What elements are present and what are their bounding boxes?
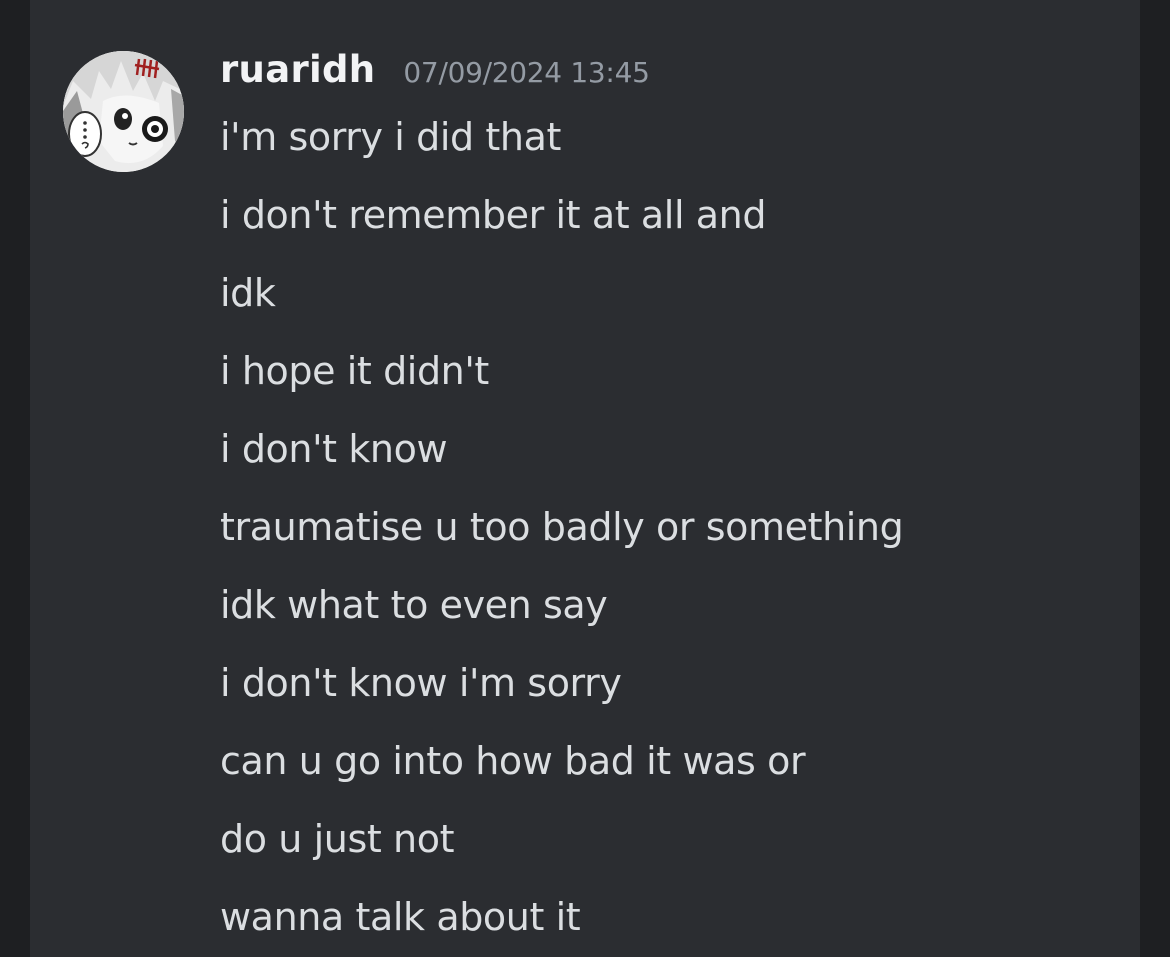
message-content: i'm sorry i did that i don't remember it… (220, 109, 1120, 957)
message-line: i don't know i'm sorry (220, 661, 622, 705)
app-background: ruaridh 07/09/2024 13:45 i'm sorry i did… (0, 0, 1170, 957)
timestamp: 07/09/2024 13:45 (403, 56, 650, 89)
message-line: traumatise u too badly or something (220, 505, 904, 549)
username[interactable]: ruaridh (220, 48, 375, 91)
message-line: can u go into how bad it was or (220, 739, 806, 783)
avatar[interactable] (63, 51, 184, 172)
chat-message: ruaridh 07/09/2024 13:45 i'm sorry i did… (30, 0, 1140, 957)
message-line: do u just not (220, 817, 455, 861)
message-header: ruaridh 07/09/2024 13:45 (220, 48, 650, 104)
message-line: idk (220, 271, 276, 315)
message-line: i'm sorry i did that (220, 115, 561, 159)
message-line: idk what to even say (220, 583, 608, 627)
message-line: i don't know (220, 427, 448, 471)
message-line: i hope it didn't (220, 349, 489, 393)
message-line: wanna talk about it (220, 895, 581, 939)
message-line: i don't remember it at all and (220, 193, 767, 237)
chat-panel: ruaridh 07/09/2024 13:45 i'm sorry i did… (30, 0, 1140, 957)
anime-character-avatar-icon (63, 51, 184, 172)
